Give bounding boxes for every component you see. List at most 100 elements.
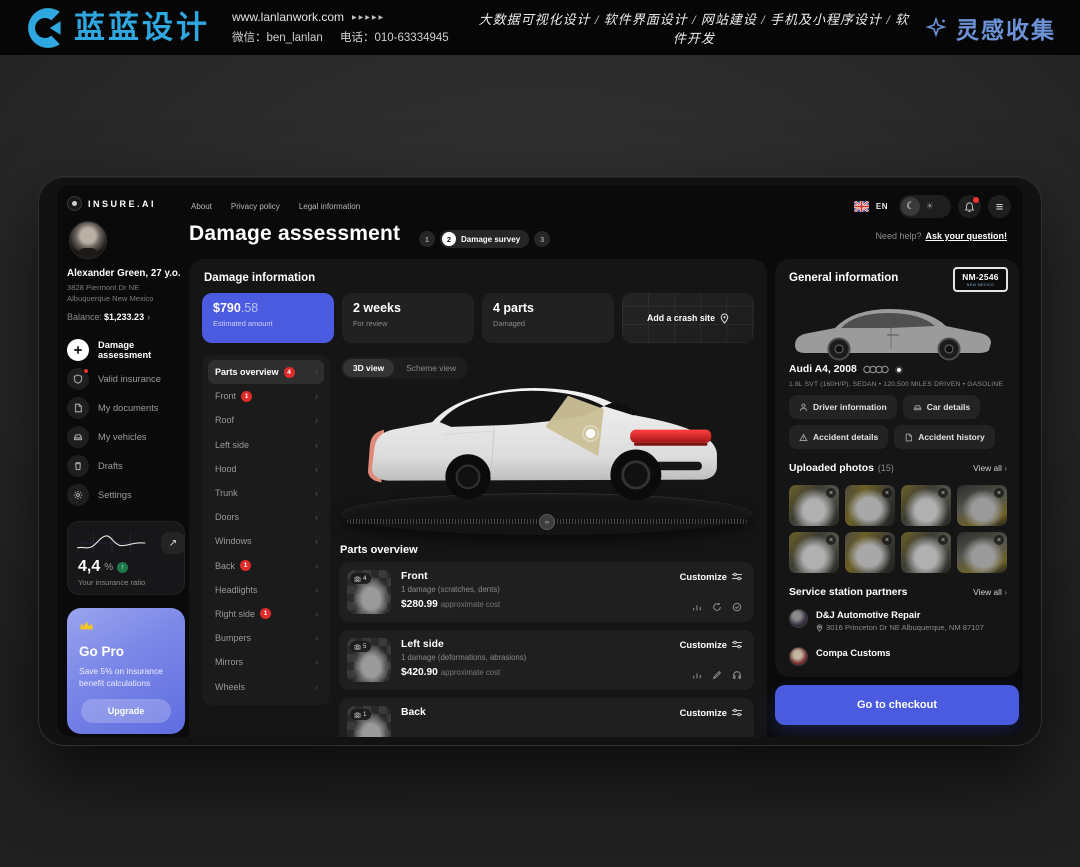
app-nav: About Privacy policy Legal information [191,202,360,211]
headphones-icon[interactable] [732,670,742,680]
partner-dj-automotive[interactable]: D&J Automotive Repair 3016 Princeton Dr … [789,609,1007,632]
banner-contact: www.lanlanwork.com ▶▶▶▶▶ 微信：ben_lanlan 电… [232,10,463,45]
add-crash-site-button[interactable]: Add a crash site [622,293,754,343]
parts-menu-item-front[interactable]: Front1 [208,384,324,408]
rotation-handle[interactable] [539,514,555,530]
refresh-icon[interactable] [712,602,722,612]
notifications-button[interactable] [958,195,981,218]
balance[interactable]: Balance:$1,233.23› [67,312,187,322]
expand-widget-button[interactable] [161,532,185,554]
customize-button[interactable]: Customize [680,571,742,582]
theme-toggle[interactable] [899,195,951,218]
car-details-button[interactable]: Car details [903,395,980,419]
customize-button[interactable]: Customize [680,707,742,718]
sidebar-item-my-vehicles[interactable]: My vehicles [67,422,187,451]
parts-menu-item-windows[interactable]: Windows [208,529,324,553]
nav-legal-information[interactable]: Legal information [299,202,360,211]
parts-menu-item-headlights[interactable]: Headlights [208,578,324,602]
part-row-front[interactable]: 4 Front 1 damage (scratches, dents) $280… [339,562,754,622]
parts-menu-item-bumpers[interactable]: Bumpers [208,626,324,650]
remove-photo-button[interactable] [882,535,892,545]
parts-menu-item-hood[interactable]: Hood [208,457,324,481]
nav-privacy-policy[interactable]: Privacy policy [231,202,280,211]
parts-menu-item-right-side[interactable]: Right side1 [208,602,324,626]
parts-menu-item-doors[interactable]: Doors [208,505,324,529]
photo-thumbnail[interactable] [789,485,839,526]
go-pro-card: Go Pro Save 5% on insurance benefit calc… [67,608,185,734]
photo-thumbnail[interactable] [957,532,1007,573]
sidebar-item-valid-insurance[interactable]: Valid insurance [67,364,187,393]
photo-thumbnail[interactable] [789,532,839,573]
check-circle-icon[interactable] [732,602,742,612]
part-row-back[interactable]: 1 Back Customize [339,698,754,737]
pen-icon[interactable] [712,670,722,680]
photo-thumbnail[interactable] [901,485,951,526]
remove-photo-button[interactable] [938,535,948,545]
remove-photo-button[interactable] [826,535,836,545]
step-2-active[interactable]: 2 Damage survey [440,230,529,248]
customize-button[interactable]: Customize [680,639,742,650]
step-3[interactable]: 3 [534,231,550,247]
stats-icon[interactable] [692,602,702,612]
menu-button[interactable] [988,195,1011,218]
part-photo-thumbnail[interactable]: 5 [347,638,391,682]
light-mode-icon[interactable] [920,197,939,216]
parts-menu-item-back[interactable]: Back1 [208,554,324,578]
crown-icon [79,620,94,632]
partner-compa-customs[interactable]: Compa Customs [789,647,1007,666]
chevron-right-icon [315,561,318,571]
parts-menu-item-left-side[interactable]: Left side [208,433,324,457]
remove-photo-button[interactable] [826,488,836,498]
remove-photo-button[interactable] [994,535,1004,545]
audi-rings-icon [863,365,889,374]
view-all-partners-link[interactable]: View all [973,587,1007,597]
dark-mode-icon[interactable] [901,197,920,216]
sidebar-item-drafts[interactable]: Drafts [67,451,187,480]
parts-menu-item-overview[interactable]: Parts overview4 [208,360,324,384]
photo-thumbnail[interactable] [901,532,951,573]
go-to-checkout-button[interactable]: Go to checkout [775,685,1019,725]
balance-value: $1,233.23 [104,312,144,322]
language-selector[interactable]: EN [876,202,888,211]
photo-thumbnail[interactable] [845,485,895,526]
ratio-value: 4,4% [78,558,128,576]
photo-thumbnail[interactable] [957,485,1007,526]
map-pin-icon [720,313,729,324]
photo-thumbnail[interactable] [845,532,895,573]
remove-photo-button[interactable] [938,488,948,498]
driver-information-button[interactable]: Driver information [789,395,897,419]
nav-about[interactable]: About [191,202,212,211]
part-photo-thumbnail[interactable]: 1 [347,706,391,737]
stats-icon[interactable] [692,670,702,680]
app-logo[interactable]: INSURE.AI [67,196,156,211]
car-icon [67,426,89,448]
remove-photo-button[interactable] [994,488,1004,498]
user-name: Alexander Green, 27 y.o. [67,268,187,279]
accident-details-button[interactable]: Accident details [789,425,888,449]
parts-menu-item-roof[interactable]: Roof [208,408,324,432]
sidebar-item-settings[interactable]: Settings [67,480,187,509]
damaged-parts-card[interactable]: 4 parts Damaged [482,293,614,343]
part-photo-thumbnail[interactable]: 4 [347,570,391,614]
upgrade-button[interactable]: Upgrade [81,699,171,723]
parts-menu-item-wheels[interactable]: Wheels [208,674,324,698]
ask-question-link[interactable]: Ask your question! [925,231,1007,241]
part-row-left-side[interactable]: 5 Left side 1 damage (deformations, abra… [339,630,754,690]
chevron-right-icon: › [147,312,150,322]
trash-icon [67,455,89,477]
estimated-amount-card[interactable]: $790.58 Estimated amount [202,293,334,343]
parts-menu-item-trunk[interactable]: Trunk [208,481,324,505]
view-all-photos-link[interactable]: View all [973,463,1007,473]
chevron-right-icon [315,367,318,377]
banner-website: www.lanlanwork.com [232,10,344,24]
sidebar-item-damage-assessment[interactable]: Damage assessment [67,335,187,364]
review-time-card[interactable]: 2 weeks For review [342,293,474,343]
car-3d-viewer[interactable] [339,371,755,539]
insurance-ratio-widget[interactable]: 4,4% Your insurance ratio [67,521,185,595]
step-1[interactable]: 1 [419,231,435,247]
accident-history-button[interactable]: Accident history [894,425,995,449]
avatar[interactable] [69,221,107,259]
parts-menu-item-mirrors[interactable]: Mirrors [208,650,324,674]
remove-photo-button[interactable] [882,488,892,498]
sidebar-item-my-documents[interactable]: My documents [67,393,187,422]
